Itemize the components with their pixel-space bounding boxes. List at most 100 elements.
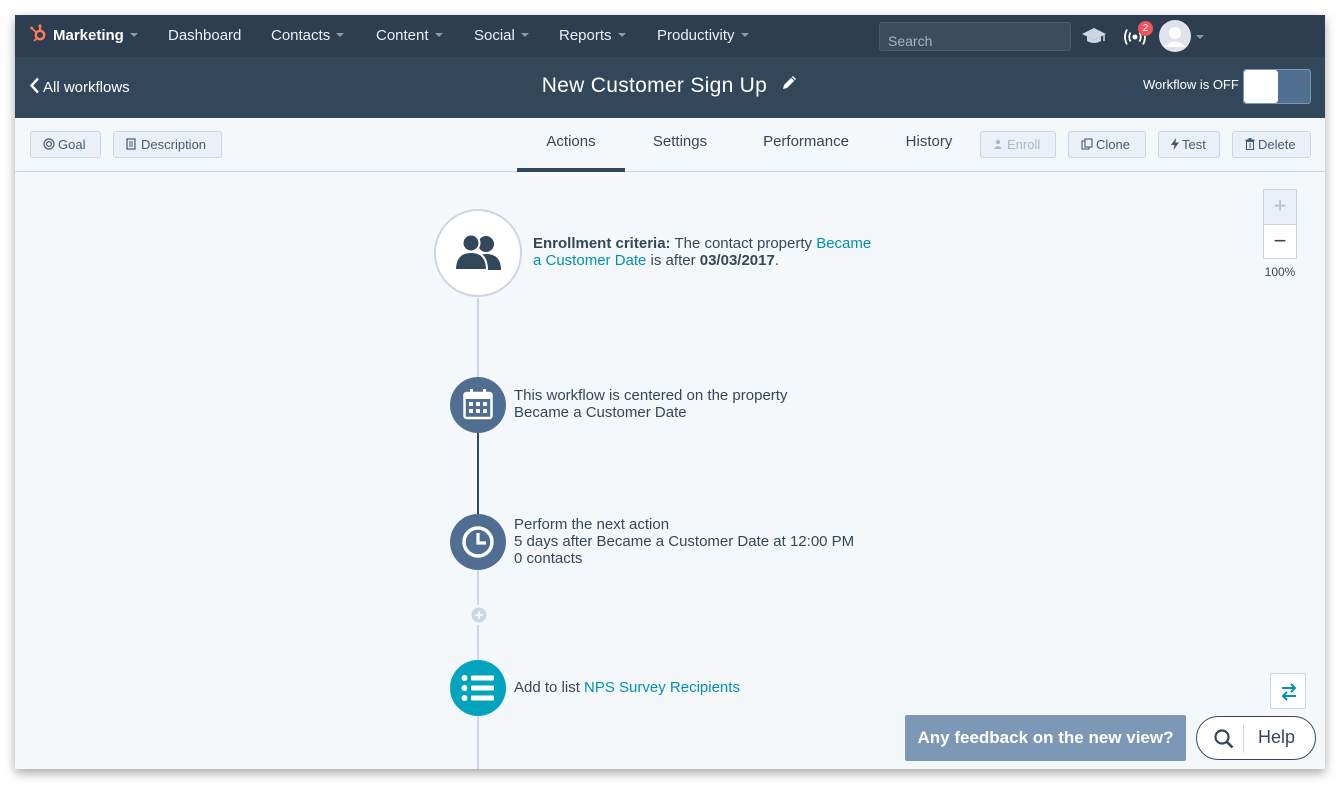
connector-line (477, 715, 479, 769)
chevron-down-icon (434, 33, 443, 37)
tab-history[interactable]: History (891, 118, 967, 172)
enroll-button[interactable]: Enroll (980, 131, 1056, 158)
document-icon (126, 133, 136, 158)
nav-dashboard-label: Dashboard (168, 27, 242, 44)
workflow-header: All workflows New Customer Sign Up Workf… (15, 57, 1325, 118)
chevron-down-icon (617, 33, 626, 37)
enrollment-criteria-text: Enrollment criteria: The contact propert… (533, 235, 873, 269)
delay-node[interactable] (450, 514, 506, 570)
tab-actions[interactable]: Actions (517, 118, 625, 172)
chevron-down-icon (129, 33, 138, 37)
connector-line (477, 433, 479, 515)
copy-icon (1081, 133, 1093, 158)
tab-performance-label: Performance (763, 133, 849, 150)
nav-marketing[interactable]: Marketing (29, 15, 138, 57)
zoom-level: 100% (1264, 265, 1296, 279)
chevron-down-icon (740, 33, 749, 37)
nav-productivity-label: Productivity (657, 27, 735, 44)
clock-icon (461, 525, 495, 564)
help-label: Help (1258, 727, 1296, 747)
add-action-icon[interactable] (471, 607, 487, 628)
nav-dashboard[interactable]: Dashboard (168, 15, 241, 57)
workflow-canvas: Enrollment criteria: The contact propert… (15, 173, 1325, 769)
delete-button[interactable]: Delete (1232, 131, 1311, 158)
list-action-prefix: Add to list (514, 679, 585, 696)
list-action-text: Add to list NPS Survey Recipients (514, 679, 740, 696)
nav-marketing-label: Marketing (53, 27, 124, 44)
nav-contacts-label: Contacts (271, 27, 331, 44)
workflow-title-text: New Customer Sign Up (541, 74, 768, 97)
test-label: Test (1182, 137, 1206, 152)
enrollment-property-link[interactable]: Became (816, 235, 871, 252)
nav-reports-label: Reports (559, 27, 612, 44)
clone-button[interactable]: Clone (1068, 131, 1146, 158)
enrollment-period: . (774, 252, 779, 269)
account-chevron-down-icon[interactable] (1196, 35, 1204, 39)
top-navigation: Marketing Dashboard Contacts Content Soc… (15, 15, 1325, 57)
app-window: Marketing Dashboard Contacts Content Soc… (15, 15, 1325, 769)
help-divider (1243, 725, 1244, 753)
chevron-down-icon (520, 33, 529, 37)
workflow-toolbar: Goal Description Actions Settings Perfor… (15, 118, 1325, 172)
academy-cap-icon[interactable] (1081, 26, 1107, 51)
delay-line1: Perform the next action (514, 516, 670, 533)
search-input[interactable] (879, 22, 1071, 51)
tab-actions-label: Actions (546, 133, 596, 150)
nav-social-label: Social (474, 27, 515, 44)
feedback-button[interactable]: Any feedback on the new view? (905, 715, 1186, 761)
zoom-in-button[interactable]: + (1263, 189, 1297, 224)
zoom-controls: + − 100% (1263, 189, 1297, 279)
tab-performance[interactable]: Performance (751, 118, 861, 172)
enrollment-date: 03/03/2017 (699, 252, 775, 269)
clone-label: Clone (1096, 137, 1130, 152)
workflow-title[interactable]: New Customer Sign Up (15, 73, 1325, 98)
delay-line2: 5 days after Became a Customer Date at 1… (514, 533, 855, 550)
delete-label: Delete (1258, 137, 1296, 152)
test-button[interactable]: Test (1158, 131, 1220, 158)
connector-line (477, 569, 479, 605)
goal-label: Goal (58, 137, 86, 152)
enrollment-prefix: Enrollment criteria: (533, 235, 671, 252)
pencil-icon[interactable] (781, 73, 798, 97)
date-center-line2: Became a Customer Date (514, 404, 687, 421)
tab-settings-label: Settings (652, 133, 708, 150)
notification-badge: 2 (1138, 21, 1153, 36)
date-center-text: This workflow is centered on the propert… (514, 387, 787, 421)
tab-settings[interactable]: Settings (635, 118, 725, 172)
nav-content-label: Content (376, 27, 429, 44)
nav-reports[interactable]: Reports (559, 15, 626, 57)
delay-contacts-count: 0 contacts (514, 550, 583, 567)
date-center-node[interactable] (450, 377, 506, 433)
description-label: Description (141, 137, 207, 152)
toggle-knob (1244, 70, 1278, 103)
chevron-down-icon (336, 33, 345, 37)
calendar-icon (463, 388, 493, 425)
enrollment-text-before: The contact property (670, 235, 817, 252)
workflow-status-label: Workflow is OFF (1143, 77, 1239, 92)
nav-productivity[interactable]: Productivity (657, 15, 749, 57)
list-action-node[interactable] (450, 660, 506, 716)
nav-social[interactable]: Social (474, 15, 529, 57)
list-link[interactable]: NPS Survey Recipients (584, 679, 740, 696)
nav-contacts[interactable]: Contacts (271, 15, 345, 57)
delay-text: Perform the next action 5 days after Bec… (514, 516, 854, 567)
description-button[interactable]: Description (113, 131, 222, 158)
swap-arrows-icon (1279, 682, 1299, 707)
date-center-line1: This workflow is centered on the propert… (514, 387, 788, 404)
enrollment-property-link-cont[interactable]: a Customer Date (533, 252, 646, 269)
enrollment-trigger-node[interactable] (434, 209, 522, 297)
target-icon (43, 133, 55, 158)
tab-history-label: History (905, 133, 953, 150)
goal-button[interactable]: Goal (30, 131, 101, 158)
person-icon (993, 132, 1003, 157)
search-icon (1213, 728, 1235, 755)
trash-icon (1245, 133, 1255, 158)
nav-content[interactable]: Content (376, 15, 443, 57)
avatar-icon[interactable] (1159, 20, 1191, 57)
swap-view-button[interactable] (1270, 673, 1306, 709)
help-button[interactable]: Help (1196, 716, 1316, 760)
zoom-out-button[interactable]: − (1263, 224, 1297, 259)
connector-line (477, 625, 479, 661)
connector-line (477, 298, 479, 378)
workflow-toggle[interactable] (1243, 69, 1311, 104)
